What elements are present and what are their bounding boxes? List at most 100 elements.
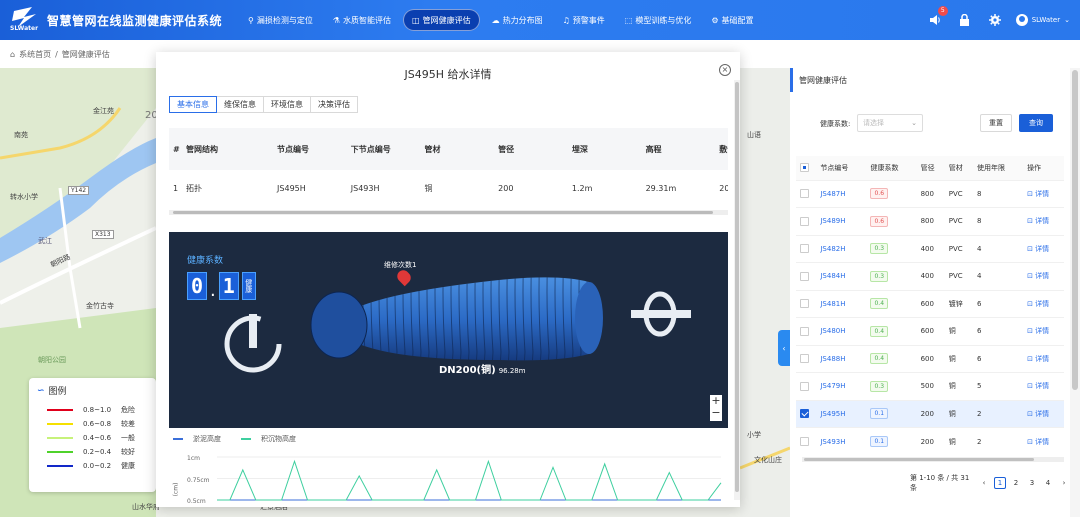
node-code-link[interactable]: JS489H (820, 217, 845, 225)
select-all-checkbox[interactable] (796, 156, 817, 180)
table-cell: 800 (916, 207, 945, 235)
detail-icon: ⊡ (1027, 272, 1036, 281)
node-code-link[interactable]: JS479H (820, 382, 845, 390)
rotate-vertical-icon[interactable] (631, 291, 691, 337)
lock-icon[interactable] (956, 11, 974, 29)
nav-item[interactable]: ⬚ 模型训练与优化 (617, 9, 700, 31)
close-icon[interactable]: × (719, 64, 731, 76)
row-checkbox[interactable] (796, 179, 817, 208)
zoom-control[interactable]: + − (710, 395, 722, 421)
column-header: 节点编号 (816, 156, 867, 180)
pipe-info-table: #管网结构节点编号下节点编号管材管径埋深高程敷设年限 1 拓扑 JS495H JS49… (169, 128, 728, 214)
page-number[interactable]: 1 (994, 477, 1006, 489)
op-cell: ⊡ 详情 (1023, 427, 1064, 455)
nav-label: 管网健康评估 (422, 15, 471, 25)
detail-link[interactable]: ⊡ 详情 (1027, 245, 1049, 253)
nav-item[interactable]: ⚗ 水质智能评估 (325, 9, 399, 31)
health-score-badge: 0.3 (870, 243, 889, 255)
table-cell: 6 (972, 344, 1024, 373)
prev-page-icon[interactable]: ‹ (978, 477, 990, 489)
op-cell: ⊡ 详情 (1023, 262, 1064, 290)
detail-link[interactable]: ⊡ 详情 (1027, 300, 1049, 308)
tab[interactable]: 基本信息 (169, 96, 217, 113)
row-checkbox[interactable] (796, 262, 817, 290)
page-number[interactable]: 3 (1026, 477, 1038, 489)
health-filter-select[interactable]: 请选择 ⌄ (857, 114, 923, 132)
column-header: 节点编号 (273, 128, 347, 170)
row-checkbox[interactable] (796, 234, 817, 263)
nav-item[interactable]: ⚲ 漏损检测与定位 (240, 9, 321, 31)
row-checkbox[interactable] (796, 399, 817, 428)
table-horizontal-scrollbar[interactable] (802, 457, 1064, 462)
tab[interactable]: 环境信息 (263, 96, 311, 113)
row-checkbox[interactable] (796, 344, 817, 373)
node-code-link[interactable]: JS480H (820, 327, 845, 335)
gear-icon[interactable] (986, 11, 1004, 29)
panel-title: 管网健康评估 (790, 68, 1070, 92)
legend-range: 0.2~0.4 (83, 448, 112, 456)
table-row[interactable]: JS493H 0.1 200 铜 2 ⊡ 详情 (796, 427, 1064, 455)
page-number[interactable]: 4 (1042, 477, 1054, 489)
page-number[interactable]: 2 (1010, 477, 1022, 489)
node-code-cell: JS484H (816, 262, 867, 290)
nav-item[interactable]: ⚙ 基础配置 (703, 9, 761, 31)
tab[interactable]: 决策评估 (310, 96, 358, 113)
detail-link[interactable]: ⊡ 详情 (1027, 272, 1049, 280)
detail-link[interactable]: ⊡ 详情 (1027, 190, 1049, 198)
table-row[interactable]: JS481H 0.4 600 镀锌 6 ⊡ 详情 (796, 289, 1064, 318)
node-code-link[interactable]: JS482H (820, 245, 845, 253)
score-cell: 0.6 (866, 207, 917, 235)
column-header: 管网结构 (182, 128, 274, 170)
nav-item[interactable]: ☁ 热力分布图 (484, 9, 551, 31)
pipe-3d-viewer[interactable]: 健康系数 0 . 1 健康 维修次数1 DN200(铜) 96.28m + − (169, 232, 728, 428)
table-row[interactable]: JS479H 0.3 500 铜 5 ⊡ 详情 (796, 372, 1064, 400)
table-cell: 2 (972, 399, 1024, 428)
detail-link[interactable]: ⊡ 详情 (1027, 327, 1049, 335)
collapse-panel-button[interactable]: ‹ (778, 330, 790, 366)
alarm-icon[interactable]: 5 (926, 6, 948, 29)
node-code-link[interactable]: JS488H (820, 355, 845, 363)
row-checkbox[interactable] (796, 372, 817, 400)
nav-item[interactable]: ◫ 管网健康评估 (403, 9, 480, 31)
query-button[interactable]: 查询 (1019, 114, 1053, 132)
rotate-horizontal-icon[interactable] (224, 314, 282, 373)
table-row[interactable]: JS489H 0.6 800 PVC 8 ⊡ 详情 (796, 207, 1064, 235)
row-checkbox[interactable] (796, 427, 817, 455)
next-page-icon[interactable]: › (1058, 477, 1070, 489)
node-code-link[interactable]: JS495H (820, 410, 845, 418)
row-checkbox[interactable] (796, 207, 817, 235)
user-menu[interactable]: SLWater ⌄ (1015, 14, 1070, 26)
node-code-link[interactable]: JS487H (820, 190, 845, 198)
breadcrumb-home[interactable]: 系统首页 (19, 49, 51, 60)
detail-link[interactable]: ⊡ 详情 (1027, 438, 1049, 446)
table-row[interactable]: JS495H 0.1 200 铜 2 ⊡ 详情 (796, 399, 1064, 428)
detail-link[interactable]: ⊡ 详情 (1027, 355, 1049, 363)
node-code-link[interactable]: JS493H (820, 438, 845, 446)
page-scrollbar[interactable] (1070, 68, 1080, 517)
table-cell: 200 (916, 427, 945, 455)
table-row[interactable]: JS487H 0.6 800 PVC 8 ⊡ 详情 (796, 179, 1064, 208)
nav-item[interactable]: ♫ 预警事件 (555, 9, 613, 31)
legend-swatch (47, 451, 73, 453)
table-row[interactable]: JS488H 0.4 600 铜 6 ⊡ 详情 (796, 344, 1064, 373)
nav-label: 热力分布图 (502, 15, 543, 25)
score-cell: 0.3 (866, 372, 917, 400)
table-row[interactable]: JS482H 0.3 400 PVC 4 ⊡ 详情 (796, 234, 1064, 263)
table-cell: JS495H (277, 183, 306, 193)
modal-scrollbar[interactable] (734, 80, 740, 500)
detail-link[interactable]: ⊡ 详情 (1027, 382, 1049, 390)
row-checkbox[interactable] (796, 289, 817, 318)
detail-link[interactable]: ⊡ 详情 (1027, 217, 1049, 225)
reset-button[interactable]: 重置 (980, 114, 1012, 132)
nav-label: 模型训练与优化 (635, 15, 692, 25)
tab[interactable]: 维保信息 (216, 96, 264, 113)
score-cell: 0.4 (866, 344, 917, 373)
table-horizontal-scrollbar[interactable] (169, 210, 728, 215)
column-header: 埋深 (567, 128, 642, 170)
node-code-link[interactable]: JS484H (820, 272, 845, 280)
table-row[interactable]: JS480H 0.4 600 铜 6 ⊡ 详情 (796, 317, 1064, 345)
row-checkbox[interactable] (796, 317, 817, 345)
detail-link[interactable]: ⊡ 详情 (1027, 410, 1049, 418)
table-row[interactable]: JS484H 0.3 400 PVC 4 ⊡ 详情 (796, 262, 1064, 290)
node-code-link[interactable]: JS481H (820, 300, 845, 308)
